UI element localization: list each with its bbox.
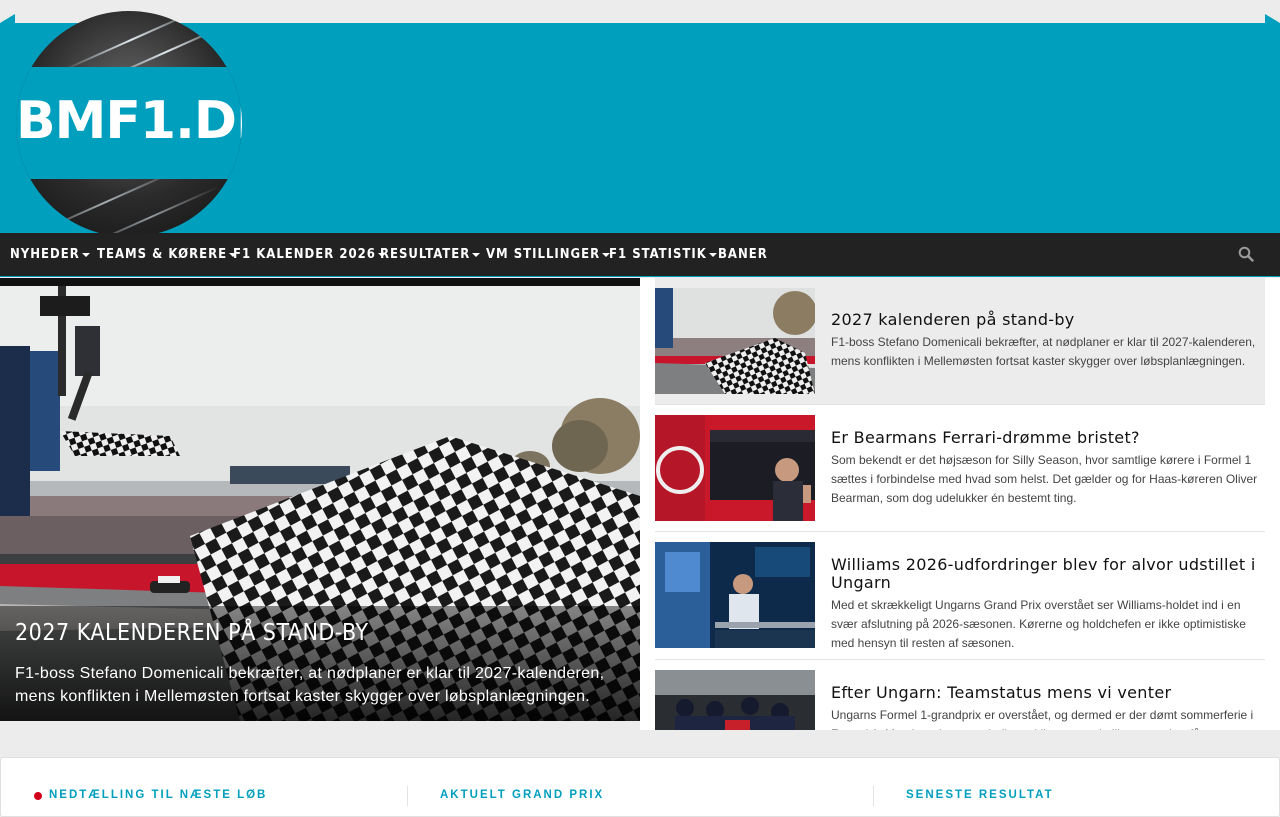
nav-item-nyheder[interactable]: NYHEDER <box>10 233 90 277</box>
latest-result-heading: SENESTE RESULTAT <box>906 789 1054 801</box>
article-title[interactable]: Williams 2026-udfordringer blev for alvo… <box>831 556 1259 592</box>
list-item[interactable]: Efter Ungarn: Teamstatus mens vi venter … <box>655 660 1265 730</box>
article-description: Med et skrækkeligt Ungarns Grand Prix ov… <box>831 598 1246 650</box>
article-thumbnail <box>655 670 815 730</box>
current-gp-heading: AKTUELT GRAND PRIX <box>440 789 605 801</box>
article-list: 2027 kalenderen på stand-by F1-boss Stef… <box>640 278 1280 730</box>
chevron-down-icon <box>708 252 717 257</box>
search-icon[interactable] <box>1238 246 1254 262</box>
article-thumbnail <box>655 288 815 394</box>
featured-article[interactable]: 2027 KALENDEREN PÅ STAND-BY F1-boss Stef… <box>0 278 640 721</box>
nav-item-resultater[interactable]: RESULTATER <box>380 233 481 277</box>
nav-item-baner[interactable]: BANER <box>718 233 768 277</box>
logo-text: BMF1.DK <box>16 91 242 151</box>
nav-item-vm-stillinger[interactable]: VM STILLINGER <box>486 233 611 277</box>
site-logo[interactable]: BMF1.DK <box>16 11 242 237</box>
article-description: F1-boss Stefano Domenicali bekræfter, at… <box>831 335 1256 368</box>
nav-item-f1-kalender[interactable]: F1 KALENDER 2026 <box>233 233 386 277</box>
nav-item-label: BANER <box>718 247 768 262</box>
divider <box>873 786 874 806</box>
featured-title[interactable]: 2027 KALENDEREN PÅ STAND-BY <box>15 620 369 646</box>
article-thumbnail <box>655 542 815 648</box>
list-item[interactable]: Williams 2026-udfordringer blev for alvo… <box>655 532 1265 660</box>
nav-item-label: TEAMS & KØRERE <box>97 247 228 262</box>
main-navigation: NYHEDER TEAMS & KØRERE F1 KALENDER 2026 … <box>0 233 1280 277</box>
nav-item-label: NYHEDER <box>10 247 80 262</box>
nav-item-label: F1 KALENDER 2026 <box>233 247 376 262</box>
divider <box>407 786 408 806</box>
live-dot-icon <box>34 792 42 800</box>
nav-item-teams-koerere[interactable]: TEAMS & KØRERE <box>97 233 238 277</box>
header-corner <box>0 14 15 23</box>
article-description: Som bekendt er det højsæson for Silly Se… <box>831 453 1258 505</box>
featured-description: F1-boss Stefano Domenicali bekræfter, at… <box>15 665 605 705</box>
list-item[interactable]: 2027 kalenderen på stand-by F1-boss Stef… <box>655 278 1265 405</box>
article-title[interactable]: Er Bearmans Ferrari-drømme bristet? <box>831 429 1259 447</box>
article-thumbnail <box>655 415 815 521</box>
nav-item-f1-statistik[interactable]: F1 STATISTIK <box>609 233 717 277</box>
widgets-bar: NEDTÆLLING TIL NÆSTE LØB AKTUELT GRAND P… <box>0 757 1280 817</box>
article-title[interactable]: Efter Ungarn: Teamstatus mens vi venter <box>831 684 1259 702</box>
countdown-heading: NEDTÆLLING TIL NÆSTE LØB <box>49 789 268 801</box>
article-description: Ungarns Formel 1-grandprix er overstået,… <box>831 708 1254 730</box>
header-corner <box>1265 14 1280 23</box>
list-item[interactable]: Er Bearmans Ferrari-drømme bristet? Som … <box>655 405 1265 532</box>
chevron-down-icon <box>472 252 481 257</box>
nav-item-label: VM STILLINGER <box>486 247 601 262</box>
article-title[interactable]: 2027 kalenderen på stand-by <box>831 311 1259 329</box>
nav-item-label: F1 STATISTIK <box>609 247 707 262</box>
nav-item-label: RESULTATER <box>380 247 471 262</box>
chevron-down-icon <box>81 252 90 257</box>
